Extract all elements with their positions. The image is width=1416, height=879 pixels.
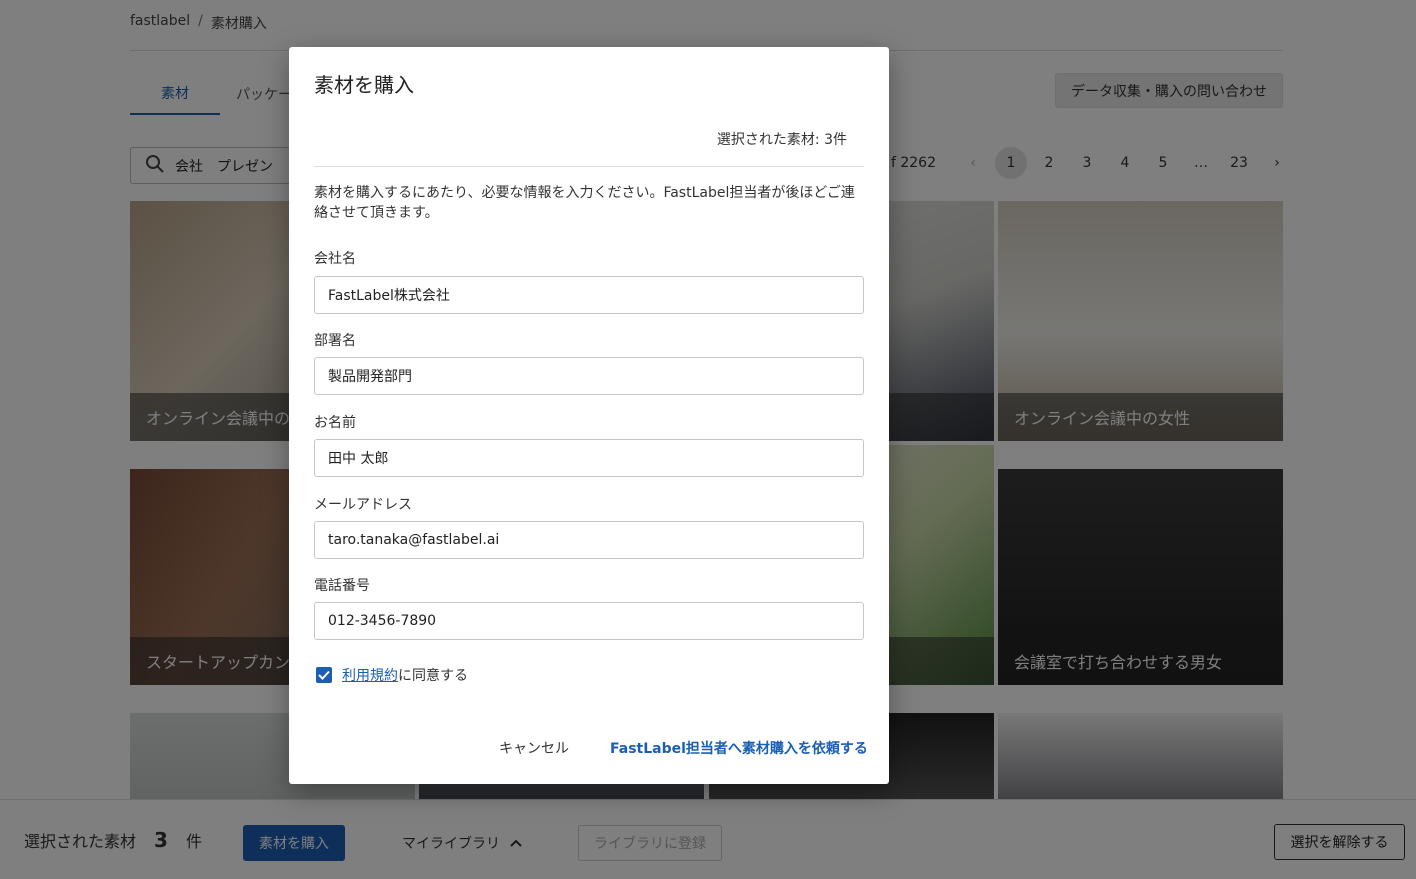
terms-suffix: に同意する <box>398 668 468 684</box>
email-label: メールアドレス <box>314 497 412 513</box>
phone-field[interactable] <box>314 602 864 640</box>
check-icon <box>318 670 330 680</box>
terms-link[interactable]: 利用規約 <box>342 668 398 684</box>
phone-label: 電話番号 <box>314 578 370 594</box>
dialog-selected-count: 選択された素材: 3件 <box>716 132 847 148</box>
name-label: お名前 <box>314 415 356 431</box>
name-field[interactable] <box>314 439 864 477</box>
request-purchase-button[interactable]: FastLabel担当者へ素材購入を依頼する <box>610 736 868 760</box>
company-label: 会社名 <box>314 251 356 267</box>
dialog-description: 素材を購入するにあたり、必要な情報を入力ください。FastLabel担当者が後ほ… <box>314 185 855 221</box>
cancel-button[interactable]: キャンセル <box>499 736 569 760</box>
department-label: 部署名 <box>314 333 356 349</box>
email-field[interactable] <box>314 521 864 559</box>
dialog-title: 素材を購入 <box>314 73 414 97</box>
company-field[interactable] <box>314 276 864 314</box>
department-field[interactable] <box>314 357 864 395</box>
dialog-divider <box>314 166 864 167</box>
terms-checkbox[interactable] <box>316 667 332 683</box>
purchase-dialog: 素材を購入 選択された素材: 3件 素材を購入するにあたり、必要な情報を入力くだ… <box>289 47 889 784</box>
terms-agreement: 利用規約に同意する <box>316 665 468 685</box>
